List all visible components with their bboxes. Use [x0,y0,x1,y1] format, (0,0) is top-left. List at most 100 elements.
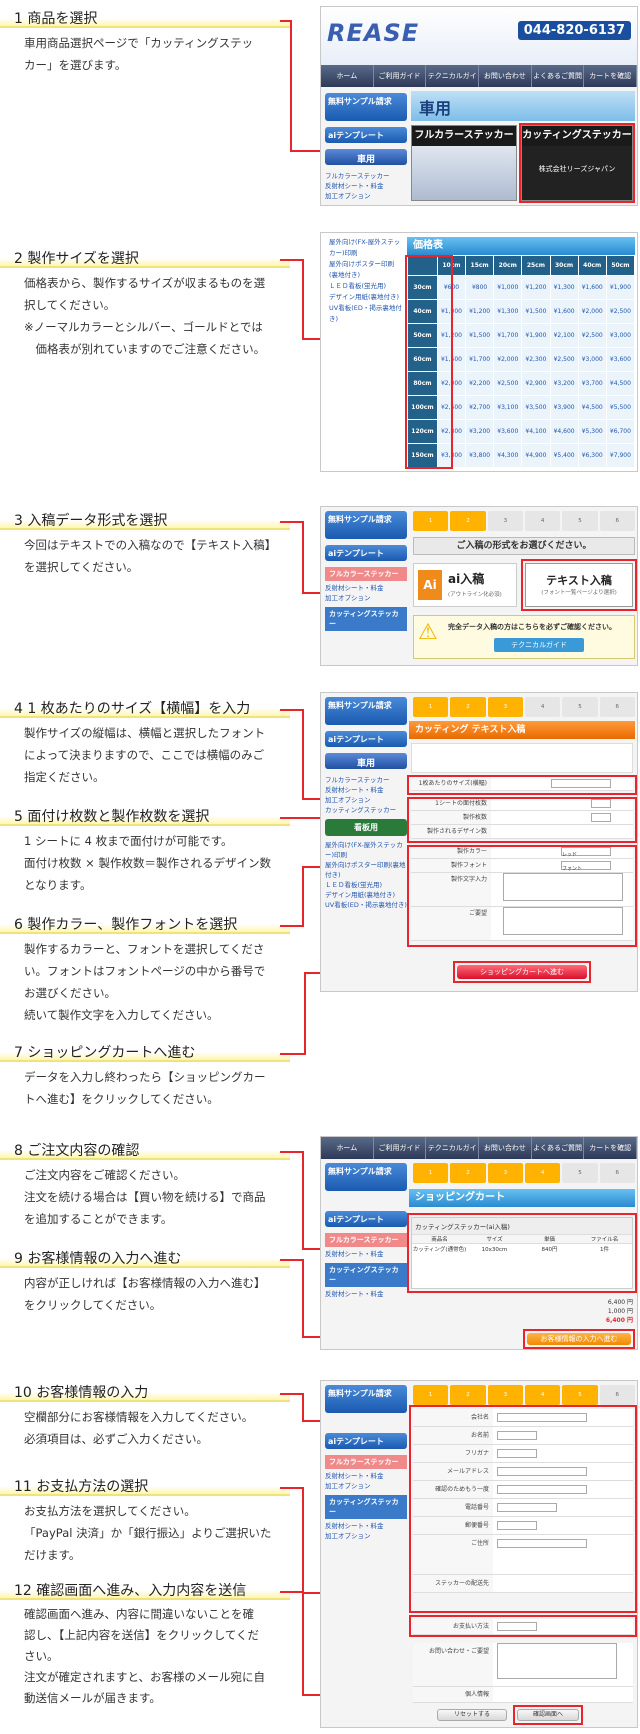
side-link[interactable]: UV看板(ED・掲示裏地付き) [325,900,407,910]
price-cell[interactable]: ¥3,100 [493,395,523,420]
price-cell[interactable]: ¥2,200 [465,371,495,396]
sample-request-button[interactable]: 無料サンプル請求 [325,511,407,539]
side-link[interactable]: 加工オプション [325,593,407,603]
price-cell[interactable]: ¥5,500 [605,395,636,420]
price-cell[interactable]: ¥1,600 [577,275,607,300]
nav-item[interactable]: お問い合わせ [479,1137,532,1159]
price-cell[interactable]: ¥3,000 [605,323,636,348]
ai-template-button[interactable]: aiテンプレート [325,731,407,747]
side-link[interactable]: デザイン用紙(裏地付き) [325,292,403,303]
price-cell[interactable]: ¥5,300 [577,419,607,444]
side-link[interactable]: 加工オプション [325,1531,407,1541]
technical-guide-button[interactable]: テクニカルガイド [494,638,584,652]
price-cell[interactable]: ¥2,900 [521,371,551,396]
price-cell[interactable]: ¥3,800 [465,443,495,468]
price-cell[interactable]: ¥2,500 [493,371,523,396]
price-cell[interactable]: ¥1,300 [493,299,523,324]
price-cell[interactable]: ¥1,900 [521,323,551,348]
price-cell[interactable]: ¥1,500 [465,323,495,348]
side-link[interactable]: ＬＥＤ看板(蛍光用) [325,880,407,890]
side-link[interactable]: 反射材シート・料金 [325,583,407,593]
price-cell[interactable]: ¥2,300 [521,347,551,372]
side-link[interactable]: フルカラーステッカー [325,171,407,181]
price-cell[interactable]: ¥3,700 [577,371,607,396]
price-cell[interactable]: ¥3,600 [493,419,523,444]
nav-item[interactable]: ホーム [321,65,374,87]
car-button[interactable]: 車用 [325,149,407,165]
price-cell[interactable]: ¥2,000 [493,347,523,372]
price-cell[interactable]: ¥1,000 [493,275,523,300]
signboard-button[interactable]: 看板用 [325,819,407,836]
price-cell[interactable]: ¥800 [465,275,495,300]
side-link[interactable]: 加工オプション [325,191,407,201]
side-link[interactable]: 反射材シート・料金 [325,1471,407,1481]
side-link[interactable]: 反射材シート・料金 [325,181,407,191]
price-cell[interactable]: ¥2,700 [465,395,495,420]
price-cell[interactable]: ¥3,200 [549,371,579,396]
price-cell[interactable]: ¥3,500 [521,395,551,420]
price-cell[interactable]: ¥4,900 [521,443,551,468]
side-link[interactable]: 反射材シート・料金 [325,1521,407,1531]
price-cell[interactable]: ¥3,000 [577,347,607,372]
ai-template-button[interactable]: aiテンプレート [325,1433,407,1449]
price-cell[interactable]: ¥1,200 [465,299,495,324]
side-link[interactable]: UV看板(ED・掲示裏地付き) [325,303,403,325]
price-cell[interactable]: ¥1,300 [549,275,579,300]
price-cell[interactable]: ¥4,300 [493,443,523,468]
ai-entry-option[interactable]: Ai ai入稿 (アウトライン化必須) [413,563,517,607]
request-textarea[interactable] [497,1643,617,1679]
side-link[interactable]: 反射材シート・料金 [325,785,407,795]
side-link[interactable]: 反射材シート・料金 [325,1249,407,1259]
nav-item[interactable]: ホーム [321,1137,374,1159]
side-link[interactable]: 屋外向け(FX-屋外ステッカー)印刷 [325,237,403,259]
price-cell[interactable]: ¥2,500 [549,347,579,372]
side-link[interactable]: 屋外向け(FX-屋外ステッカー)印刷 [325,840,407,860]
price-cell[interactable]: ¥6,700 [605,419,636,444]
nav-item[interactable]: よくあるご質問 [532,1137,585,1159]
side-link[interactable]: 加工オプション [325,795,407,805]
side-link[interactable]: ＬＥＤ看板(蛍光用) [325,281,403,292]
sample-request-button[interactable]: 無料サンプル請求 [325,1163,407,1191]
price-cell[interactable]: ¥5,400 [549,443,579,468]
side-link[interactable]: 反射材シート・料金 [325,1289,407,1299]
price-cell[interactable]: ¥1,200 [521,275,551,300]
side-link[interactable]: フルカラーステッカー [325,775,407,785]
price-cell[interactable]: ¥3,900 [549,395,579,420]
site-logo[interactable]: REASE [327,19,419,47]
price-cell[interactable]: ¥2,500 [605,299,636,324]
price-cell[interactable]: ¥4,600 [549,419,579,444]
fullcolor-sticker-card[interactable]: フルカラーステッカー [411,125,517,201]
ai-template-button[interactable]: aiテンプレート [325,127,407,143]
price-cell[interactable]: ¥4,500 [577,395,607,420]
sample-request-button[interactable]: 無料サンプル請求 [325,697,407,725]
price-cell[interactable]: ¥6,300 [577,443,607,468]
nav-item[interactable]: ご利用ガイド [374,1137,427,1159]
price-cell[interactable]: ¥2,000 [577,299,607,324]
car-button[interactable]: 車用 [325,753,407,769]
price-cell[interactable]: ¥4,500 [605,371,636,396]
side-link[interactable]: カッティングステッカー [325,805,407,815]
ai-template-button[interactable]: aiテンプレート [325,545,407,561]
price-cell[interactable]: ¥1,600 [549,299,579,324]
nav-item[interactable]: カートを確認 [584,65,637,87]
sample-request-button[interactable]: 無料サンプル請求 [325,93,407,121]
sample-request-button[interactable]: 無料サンプル請求 [325,1385,407,1413]
ai-template-button[interactable]: aiテンプレート [325,1211,407,1227]
price-cell[interactable]: ¥2,100 [549,323,579,348]
nav-item[interactable]: よくあるご質問 [532,65,585,87]
side-link[interactable]: デザイン用紙(裏地付き) [325,890,407,900]
side-link[interactable]: 加工オプション [325,1481,407,1491]
side-link[interactable]: 屋外向けポスター印刷(裏地付き) [325,259,403,281]
price-cell[interactable]: ¥1,500 [521,299,551,324]
price-cell[interactable]: ¥3,600 [605,347,636,372]
price-cell[interactable]: ¥1,900 [605,275,636,300]
nav-item[interactable]: ご利用ガイド [374,65,427,87]
price-cell[interactable]: ¥4,100 [521,419,551,444]
price-cell[interactable]: ¥7,900 [605,443,636,468]
nav-item[interactable]: カートを確認 [584,1137,637,1159]
price-cell[interactable]: ¥1,700 [465,347,495,372]
price-cell[interactable]: ¥3,200 [465,419,495,444]
price-cell[interactable]: ¥1,700 [493,323,523,348]
nav-item[interactable]: テクニカルガイド [426,1137,480,1174]
reset-button[interactable]: リセットする [437,1709,507,1721]
